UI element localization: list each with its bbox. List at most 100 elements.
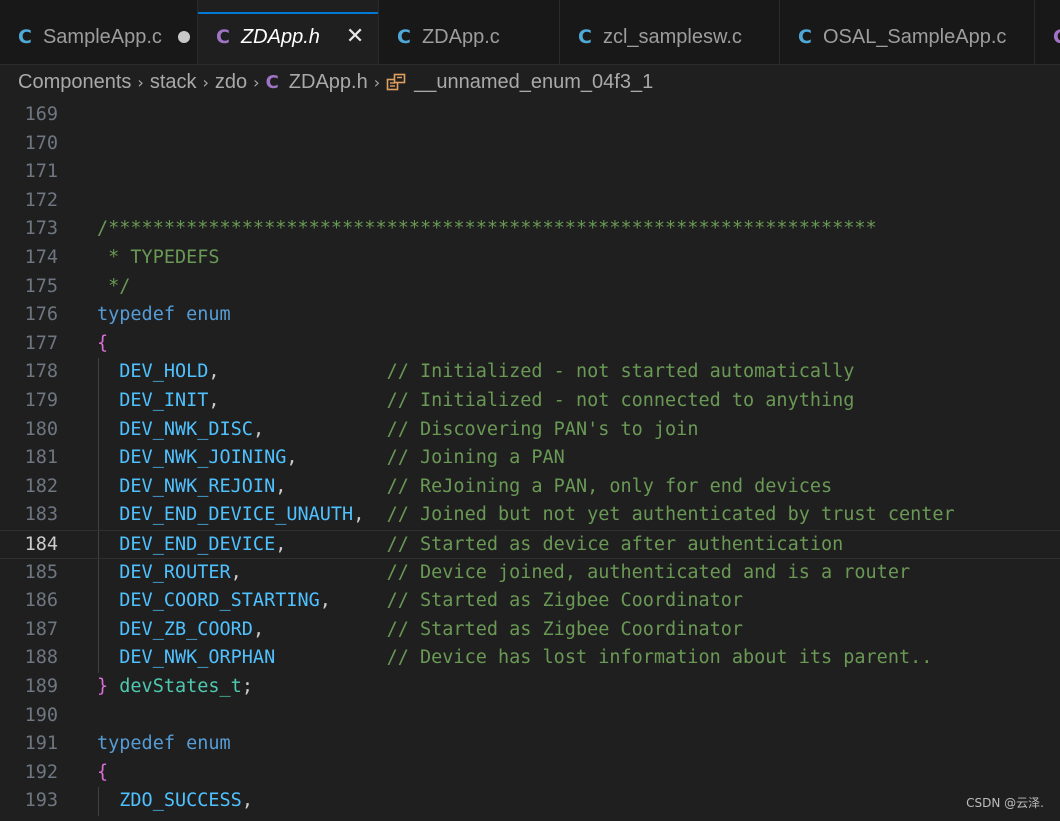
- tab-overflow[interactable]: C: [1035, 0, 1060, 64]
- line-number: 171: [24, 161, 58, 183]
- code-line[interactable]: 182 DEV_NWK_REJOIN, // ReJoining a PAN, …: [0, 473, 1060, 502]
- line-number: 170: [24, 132, 58, 154]
- line-number: 175: [24, 275, 58, 297]
- chevron-right-icon: ›: [137, 72, 144, 92]
- code-line[interactable]: 192 {: [0, 759, 1060, 788]
- tab-osal-sampleapp-c[interactable]: C OSAL_SampleApp.c: [780, 0, 1035, 64]
- code-line[interactable]: 186 DEV_COORD_STARTING, // Started as Zi…: [0, 587, 1060, 616]
- line-number: 172: [24, 189, 58, 211]
- code-line[interactable]: 190: [0, 702, 1060, 731]
- c-file-icon: C: [1053, 26, 1060, 48]
- line-number: 178: [24, 361, 58, 383]
- code-line[interactable]: 181 DEV_NWK_JOINING, // Joining a PAN: [0, 444, 1060, 473]
- code-text: DEV_NWK_ORPHAN // Device has lost inform…: [119, 647, 933, 669]
- code-line[interactable]: 169: [0, 101, 1060, 130]
- watermark: CSDN @云泽.: [966, 796, 1044, 810]
- code-text: DEV_ROUTER, // Device joined, authentica…: [119, 561, 911, 583]
- code-line[interactable]: 176 typedef enum: [0, 301, 1060, 330]
- code-text: DEV_END_DEVICE, // Started as device aft…: [119, 534, 844, 555]
- code-text: DEV_COORD_STARTING, // Started as Zigbee…: [119, 590, 744, 612]
- tab-zdapp-h[interactable]: C ZDApp.h ✕: [198, 0, 379, 64]
- line-number: 179: [24, 390, 58, 411]
- editor-tab-bar: C SampleApp.c C ZDApp.h ✕ C ZDApp.c Czcl_sample…: [0, 0, 1060, 65]
- tab-label: ZDApp.c: [421, 25, 500, 48]
- line-number: 176: [24, 304, 58, 326]
- code-line[interactable]: 175 */: [0, 273, 1060, 302]
- c-file-icon: C: [18, 26, 32, 48]
- code-text: * TYPEDEFS: [97, 247, 220, 268]
- line-number: 185: [24, 561, 58, 583]
- line-number: 177: [24, 332, 58, 354]
- c-file-icon: C: [265, 71, 279, 93]
- code-text: */: [97, 275, 131, 297]
- line-number: 191: [24, 733, 58, 755]
- code-line[interactable]: 178 DEV_HOLD, // Initialized - not start…: [0, 358, 1060, 387]
- code-text: {: [97, 332, 109, 354]
- code-text: DEV_NWK_REJOIN, // ReJoining a PAN, only…: [119, 475, 833, 497]
- code-line[interactable]: 189} devStates_t;: [0, 673, 1060, 702]
- line-number: 182: [24, 475, 58, 497]
- line-number: 193: [24, 790, 58, 812]
- line-number: 184: [24, 534, 58, 555]
- code-text: typedef enum: [97, 304, 231, 326]
- code-line[interactable]: 183 DEV_END_DEVICE_UNAUTH, // Joined but…: [0, 501, 1060, 530]
- c-file-icon: C: [397, 26, 411, 48]
- line-number: 188: [24, 647, 58, 669]
- line-number: 181: [24, 447, 58, 469]
- code-line[interactable]: 180 DEV_NWK_DISC, // Discovering PAN's t…: [0, 416, 1060, 445]
- code-text: DEV_NWK_JOINING, // Joining a PAN: [119, 447, 565, 469]
- code-text: DEV_INIT, // Initialized - not connected…: [119, 390, 855, 411]
- line-number: 174: [24, 247, 58, 268]
- code-editor[interactable]: 169 170 171 172 173 /************************…: [0, 100, 1060, 821]
- code-line[interactable]: 171: [0, 158, 1060, 187]
- tab-label: SampleApp.c: [42, 25, 162, 48]
- enum-icon: [386, 73, 406, 91]
- tab-zcl-samplesw-c[interactable]: Czcl_samplesw.c: [560, 0, 780, 64]
- code-text: DEV_HOLD, // Initialized - not started a…: [119, 361, 855, 383]
- code-line[interactable]: 185 DEV_ROUTER, // Device joined, authen…: [0, 559, 1060, 588]
- code-text: typedef enum: [97, 733, 231, 755]
- code-line[interactable]: 193 ZDO_SUCCESS,: [0, 787, 1060, 816]
- code-line[interactable]: 191 typedef enum: [0, 730, 1060, 759]
- code-text: } devStates_t;: [97, 676, 253, 697]
- code-line[interactable]: 184 DEV_END_DEVICE, // Started as device…: [0, 530, 1060, 559]
- line-number: 180: [24, 418, 58, 440]
- line-number: 187: [24, 618, 58, 640]
- code-line[interactable]: 179 DEV_INIT, // Initialized - not conne…: [0, 387, 1060, 416]
- code-text: /***************************************…: [97, 218, 877, 240]
- code-line[interactable]: 188 DEV_NWK_ORPHAN // Device has lost in…: [0, 644, 1060, 673]
- line-number: 183: [24, 504, 58, 526]
- code-text: {: [97, 761, 109, 783]
- tab-sampleapp-c[interactable]: C SampleApp.c: [0, 0, 198, 64]
- tab-zdapp-c[interactable]: C ZDApp.c: [379, 0, 560, 64]
- breadcrumb-item[interactable]: zdo: [215, 71, 247, 94]
- line-number: 169: [24, 104, 58, 125]
- chevron-right-icon: ›: [202, 72, 209, 92]
- line-number: 192: [24, 761, 58, 783]
- chevron-right-icon: ›: [253, 72, 260, 92]
- line-number: 173: [24, 218, 58, 240]
- code-line[interactable]: 174 * TYPEDEFS: [0, 244, 1060, 273]
- breadcrumb-item[interactable]: Components: [18, 71, 131, 94]
- code-line[interactable]: 187 DEV_ZB_COORD, // Started as Zigbee C…: [0, 616, 1060, 645]
- breadcrumb-item[interactable]: ZDApp.h: [289, 71, 368, 94]
- c-file-icon: C: [578, 26, 592, 48]
- breadcrumb: Components › stack › zdo › C ZDApp.h › __unnamed_…: [0, 65, 1060, 99]
- code-line[interactable]: 172: [0, 187, 1060, 216]
- tab-label: ZDApp.h: [240, 25, 320, 48]
- line-number: 186: [24, 590, 58, 612]
- breadcrumb-item[interactable]: stack: [150, 71, 197, 94]
- close-tab-icon[interactable]: ✕: [346, 26, 364, 48]
- c-file-icon: C: [798, 26, 812, 48]
- code-line[interactable]: 173 /************************************…: [0, 215, 1060, 244]
- unsaved-dot-icon[interactable]: [177, 31, 190, 43]
- line-number: 190: [24, 704, 58, 726]
- code-line[interactable]: 177 {: [0, 330, 1060, 359]
- code-line[interactable]: 170: [0, 130, 1060, 159]
- breadcrumb-item[interactable]: __unnamed_enum_04f3_1: [414, 71, 653, 94]
- code-text: DEV_END_DEVICE_UNAUTH, // Joined but not…: [119, 504, 955, 526]
- tab-label: OSAL_SampleApp.c: [822, 25, 1007, 48]
- tab-label: zcl_samplesw.c: [602, 25, 742, 48]
- chevron-right-icon: ›: [373, 72, 381, 92]
- c-file-icon: C: [216, 26, 230, 48]
